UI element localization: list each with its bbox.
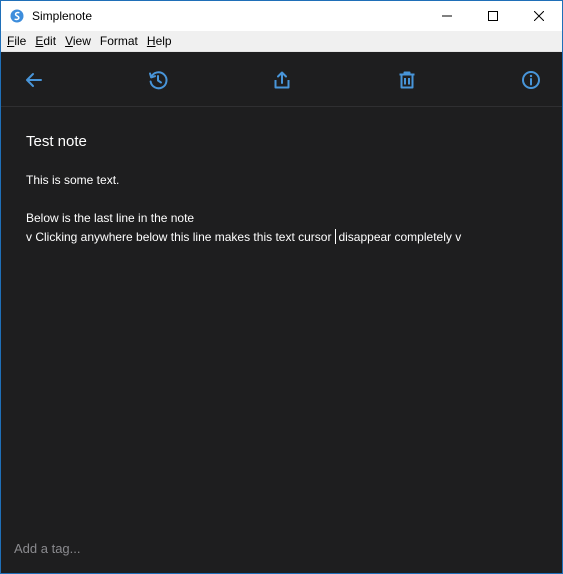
menu-file[interactable]: File bbox=[3, 34, 30, 48]
window-title: Simplenote bbox=[32, 9, 93, 23]
menu-format[interactable]: Format bbox=[96, 34, 142, 48]
close-icon bbox=[534, 11, 544, 21]
back-button[interactable] bbox=[23, 69, 45, 91]
menu-edit[interactable]: Edit bbox=[31, 34, 60, 48]
note-toolbar bbox=[1, 52, 562, 107]
minimize-button[interactable] bbox=[424, 1, 470, 31]
menu-bar: File Edit View Format Help bbox=[1, 31, 562, 52]
note-line-1: This is some text. bbox=[26, 173, 120, 187]
share-button[interactable] bbox=[271, 69, 293, 91]
info-button[interactable] bbox=[520, 69, 542, 91]
maximize-icon bbox=[488, 11, 498, 21]
info-icon bbox=[522, 71, 540, 89]
menu-file-label: ile bbox=[14, 34, 27, 48]
history-button[interactable] bbox=[147, 69, 169, 91]
window-controls bbox=[424, 1, 562, 31]
title-bar[interactable]: Simplenote bbox=[1, 1, 562, 31]
add-tag-input[interactable]: Add a tag... bbox=[14, 541, 81, 556]
trash-button[interactable] bbox=[396, 69, 418, 91]
simplenote-logo-icon bbox=[10, 9, 24, 23]
text-cursor bbox=[335, 229, 337, 244]
menu-help-accel: H bbox=[146, 34, 156, 48]
menu-format-label: Format bbox=[99, 34, 138, 48]
note-line-2: Below is the last line in the note bbox=[26, 211, 195, 225]
note-line-3-after-cursor: disappear completely v bbox=[338, 230, 462, 244]
note-editor[interactable]: Test note This is some text. Below is th… bbox=[1, 107, 562, 529]
note-line-3-before-cursor: v Clicking anywhere below this line make… bbox=[26, 230, 332, 244]
trash-icon bbox=[399, 71, 415, 89]
maximize-button[interactable] bbox=[470, 1, 516, 31]
minimize-icon bbox=[442, 15, 452, 17]
tag-bar: Add a tag... bbox=[1, 529, 562, 573]
share-icon bbox=[274, 71, 290, 89]
menu-view-label: iew bbox=[72, 34, 91, 48]
menu-view-accel: V bbox=[65, 34, 73, 48]
menu-help-label: elp bbox=[155, 34, 172, 48]
note-title: Test note bbox=[26, 133, 87, 150]
menu-edit-label: dit bbox=[43, 34, 57, 48]
menu-view[interactable]: View bbox=[61, 34, 95, 48]
note-line-3: v Clicking anywhere below this line make… bbox=[26, 229, 461, 244]
close-button[interactable] bbox=[516, 1, 562, 31]
app-window: Simplenote File Edit View Format Help Te… bbox=[0, 0, 563, 574]
menu-help[interactable]: Help bbox=[143, 34, 176, 48]
back-arrow-icon bbox=[26, 73, 42, 87]
history-icon bbox=[149, 71, 168, 90]
